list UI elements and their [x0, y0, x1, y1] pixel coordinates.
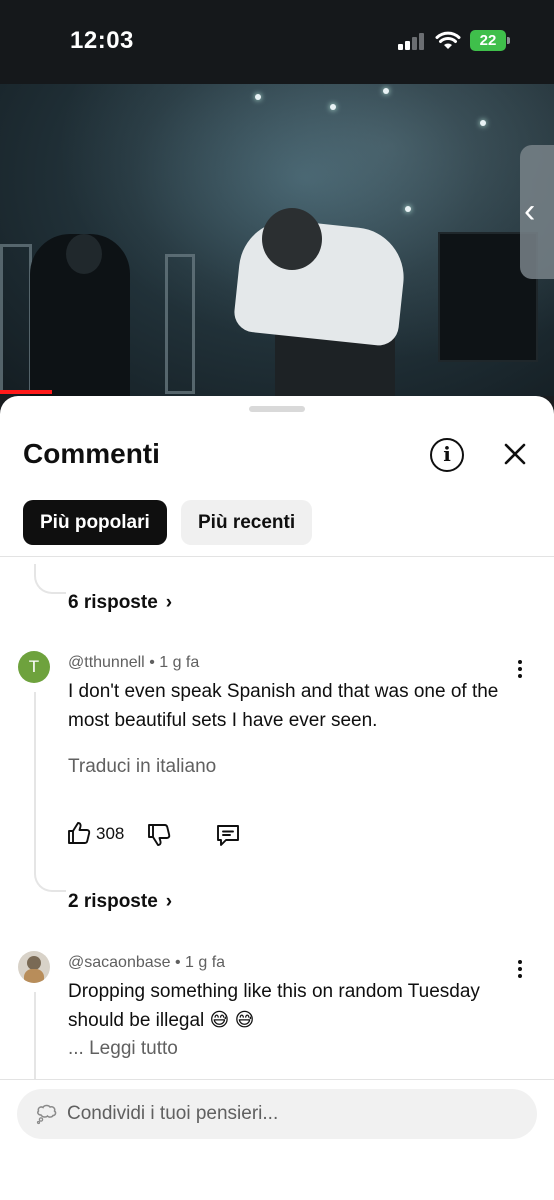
filter-divider [0, 556, 554, 557]
battery-icon: 22 [470, 30, 506, 51]
comment-input[interactable] [67, 1089, 517, 1139]
thread-connector [34, 862, 66, 892]
comment-text: Dropping something like this on random T… [68, 981, 480, 1031]
video-player[interactable] [0, 84, 554, 396]
comment-composer[interactable] [17, 1089, 537, 1139]
status-time: 12:03 [70, 27, 134, 54]
read-more-link[interactable]: ... Leggi tutto [68, 1038, 178, 1060]
comments-sheet: Commenti i Più popolari Più recenti 6 ri… [0, 396, 554, 1200]
sheet-title: Commenti [23, 438, 160, 469]
comment-meta: @tthunnell • 1 g fa [68, 654, 199, 672]
close-icon[interactable] [497, 436, 533, 472]
thread-connector [34, 564, 66, 594]
composer-divider [0, 1079, 554, 1080]
video-progress-bar[interactable] [0, 390, 53, 394]
performer-left-head [66, 234, 102, 274]
avatar[interactable]: T [18, 651, 50, 683]
replies-toggle[interactable]: 2 risposte › [68, 891, 172, 913]
stage-light [480, 120, 486, 126]
info-icon[interactable]: i [430, 438, 464, 472]
sheet-grabber[interactable] [249, 406, 305, 412]
status-bar: 12:03 22 [0, 0, 554, 84]
chevron-left-icon[interactable]: ‹ [524, 192, 535, 231]
thread-line [34, 692, 36, 862]
thread-line [34, 992, 36, 1080]
thumb-up-icon[interactable] [66, 820, 92, 846]
comment-text: I don't even speak Spanish and that was … [68, 681, 499, 731]
comment-time: • 1 g fa [174, 954, 226, 971]
replies-label: 6 risposte [68, 592, 158, 613]
wifi-icon [435, 31, 461, 49]
filter-chip-recent[interactable]: Più recenti [181, 500, 313, 545]
comment-meta: @sacaonbase • 1 g fa [68, 954, 225, 972]
performer-center-head [262, 208, 322, 270]
chevron-right-icon: › [165, 891, 173, 912]
chevron-right-icon: › [165, 592, 173, 613]
thumb-down-icon[interactable] [146, 822, 172, 848]
stage-light [330, 104, 336, 110]
translate-link[interactable]: Traduci in italiano [68, 756, 216, 778]
comment-time: • 1 g fa [149, 654, 200, 671]
like-count: 308 [96, 824, 125, 843]
stage-light [405, 206, 411, 212]
avatar[interactable] [18, 951, 50, 983]
stage-truss [165, 254, 195, 394]
battery-tip [507, 37, 510, 44]
filter-chip-popular[interactable]: Più popolari [23, 500, 167, 545]
signal-icon [398, 32, 426, 50]
replies-label: 2 risposte [68, 891, 158, 912]
reply-icon[interactable] [215, 822, 241, 848]
stage-light [255, 94, 261, 100]
thought-bubble-icon [36, 1104, 57, 1125]
replies-toggle[interactable]: 6 risposte › [68, 592, 172, 614]
comment-author[interactable]: @tthunnell [68, 654, 145, 671]
stage-truss [0, 244, 32, 394]
comment-author[interactable]: @sacaonbase [68, 954, 171, 971]
stage-light [383, 88, 389, 94]
